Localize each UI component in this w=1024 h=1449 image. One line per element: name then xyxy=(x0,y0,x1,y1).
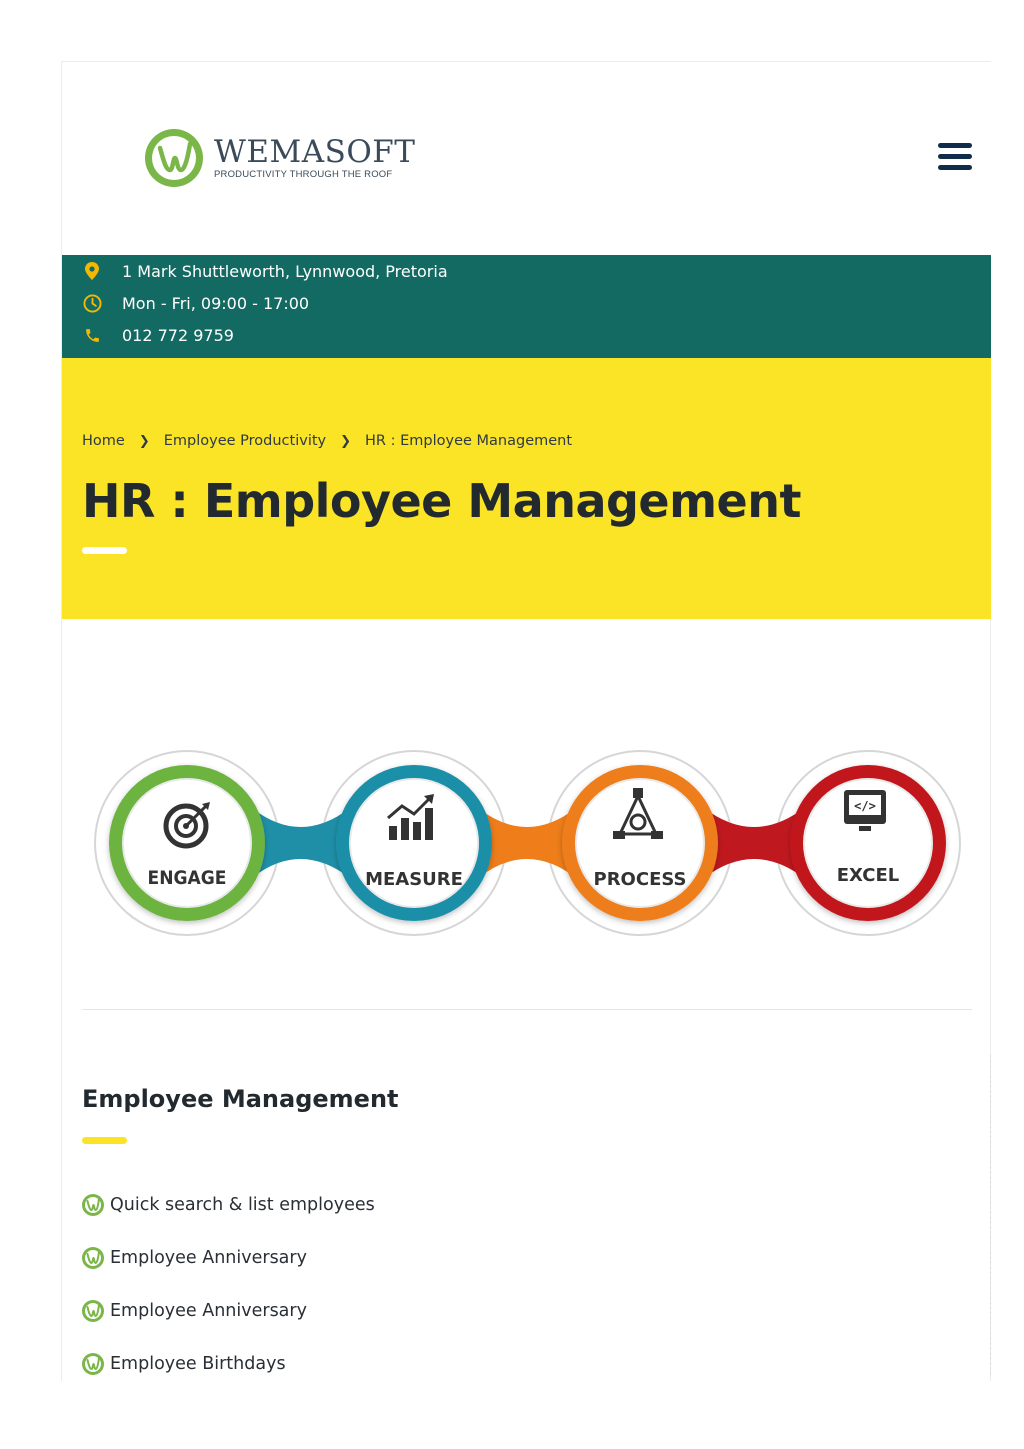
list-item: Quick search & list employees xyxy=(82,1178,375,1231)
phone-text: 012 772 9759 xyxy=(122,325,234,345)
hamburger-menu-icon[interactable] xyxy=(938,143,972,173)
wemasoft-logo-icon xyxy=(145,129,203,187)
brand-tagline: PRODUCTIVITY THROUGH THE ROOF xyxy=(214,169,393,180)
sidebar-divider xyxy=(990,1055,991,1375)
feature-text: Employee Anniversary xyxy=(110,1247,307,1268)
svg-text:</>: </> xyxy=(854,799,876,813)
features-underline xyxy=(82,1137,127,1144)
breadcrumb-home[interactable]: Home xyxy=(82,433,125,449)
breadcrumb: Home ❯ Employee Productivity ❯ HR : Empl… xyxy=(82,433,572,449)
page-hero: Home ❯ Employee Productivity ❯ HR : Empl… xyxy=(62,358,991,619)
wemasoft-bullet-icon xyxy=(82,1352,104,1375)
process-graphic: ENGAGE MEASURE PROCESS </> EXCEL xyxy=(94,750,961,936)
list-item: Employee Birthdays xyxy=(82,1337,375,1390)
section-divider xyxy=(82,1009,972,1010)
feature-list: Quick search & list employees Employee A… xyxy=(82,1178,375,1390)
page-title: HR : Employee Management xyxy=(82,474,802,528)
list-item: Employee Anniversary xyxy=(82,1231,375,1284)
contact-bar: 1 Mark Shuttleworth, Lynnwood, Pretoria … xyxy=(62,255,991,358)
contact-address: 1 Mark Shuttleworth, Lynnwood, Pretoria xyxy=(82,261,448,281)
breadcrumb-current: HR : Employee Management xyxy=(365,433,573,449)
wemasoft-bullet-icon xyxy=(82,1299,104,1322)
wemasoft-bullet-icon xyxy=(82,1193,104,1216)
step-measure-label: MEASURE xyxy=(365,869,463,890)
chevron-right-icon: ❯ xyxy=(340,433,352,449)
address-text: 1 Mark Shuttleworth, Lynnwood, Pretoria xyxy=(122,261,448,281)
site-logo[interactable]: WEMASOFT PRODUCTIVITY THROUGH THE ROOF xyxy=(144,128,415,188)
hours-text: Mon - Fri, 09:00 - 17:00 xyxy=(122,293,310,313)
title-underline xyxy=(82,547,127,554)
contact-hours: Mon - Fri, 09:00 - 17:00 xyxy=(82,293,309,313)
step-engage-label: ENGAGE xyxy=(148,867,227,889)
chevron-right-icon: ❯ xyxy=(138,433,150,449)
features-title: Employee Management xyxy=(82,1085,399,1113)
feature-text: Employee Birthdays xyxy=(110,1353,286,1374)
breadcrumb-employee-productivity[interactable]: Employee Productivity xyxy=(164,433,326,449)
phone-icon xyxy=(82,325,102,345)
clock-icon xyxy=(82,293,102,313)
step-excel-label: EXCEL xyxy=(837,865,900,886)
site-header: WEMASOFT PRODUCTIVITY THROUGH THE ROOF xyxy=(62,62,991,255)
feature-text: Employee Anniversary xyxy=(110,1300,307,1321)
contact-phone[interactable]: 012 772 9759 xyxy=(82,325,234,345)
brand-name: WEMASOFT xyxy=(214,134,416,170)
step-process-label: PROCESS xyxy=(594,869,687,890)
map-pin-icon xyxy=(82,261,102,281)
feature-text: Quick search & list employees xyxy=(110,1194,375,1215)
wemasoft-bullet-icon xyxy=(82,1246,104,1269)
list-item: Employee Anniversary xyxy=(82,1284,375,1337)
